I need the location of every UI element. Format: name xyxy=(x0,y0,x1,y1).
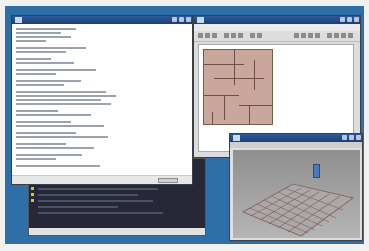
toolbar-icon[interactable] xyxy=(231,33,236,38)
map-wall xyxy=(239,105,272,106)
close-icon[interactable] xyxy=(356,135,361,140)
console-line xyxy=(16,80,81,82)
console-status-bar xyxy=(12,175,192,184)
console-line xyxy=(16,91,106,93)
map-wall xyxy=(234,50,235,85)
editor-menu-bar[interactable] xyxy=(194,24,360,31)
terminal-line xyxy=(38,188,158,190)
3d-block-icon[interactable] xyxy=(313,164,320,178)
console-line xyxy=(16,47,86,49)
console-line xyxy=(16,84,64,86)
map-wall xyxy=(212,112,213,124)
toolbar-icon[interactable] xyxy=(308,33,313,38)
maximize-icon[interactable] xyxy=(179,17,184,22)
console-line xyxy=(16,69,96,71)
toolbar-icon[interactable] xyxy=(315,33,320,38)
toolbar-icon[interactable] xyxy=(212,33,217,38)
viewport-title-bar[interactable] xyxy=(230,134,362,142)
close-icon[interactable] xyxy=(354,17,359,22)
map-grid-icon[interactable] xyxy=(203,49,273,125)
console-line xyxy=(16,147,94,149)
toolbar-icon[interactable] xyxy=(301,33,306,38)
console-line xyxy=(16,110,58,112)
3d-viewport-window[interactable] xyxy=(229,133,363,241)
toolbar-icon[interactable] xyxy=(334,33,339,38)
terminal-marker xyxy=(31,193,34,196)
floor-grid xyxy=(242,183,354,237)
terminal-line xyxy=(38,200,153,202)
toolbar-icon[interactable] xyxy=(250,33,255,38)
minimize-icon[interactable] xyxy=(342,135,347,140)
console-line xyxy=(16,73,56,75)
desktop-background xyxy=(5,6,364,244)
toolbar-icon[interactable] xyxy=(341,33,346,38)
editor-title-bar[interactable] xyxy=(194,16,360,24)
close-icon[interactable] xyxy=(186,17,191,22)
toolbar-icon[interactable] xyxy=(224,33,229,38)
console-line xyxy=(16,165,100,167)
console-line xyxy=(16,121,71,123)
toolbar-icon[interactable] xyxy=(198,33,203,38)
console-line xyxy=(16,62,74,64)
terminal-marker xyxy=(31,187,34,190)
map-wall xyxy=(254,60,255,90)
minimize-icon[interactable] xyxy=(340,17,345,22)
terminal-status-bar xyxy=(29,228,205,235)
console-line xyxy=(16,132,76,134)
console-line xyxy=(16,36,71,38)
toolbar-icon[interactable] xyxy=(257,33,262,38)
toolbar-icon[interactable] xyxy=(205,33,210,38)
console-line xyxy=(16,99,101,101)
toolbar-icon[interactable] xyxy=(294,33,299,38)
console-title-bar[interactable] xyxy=(12,16,192,24)
console-line xyxy=(16,40,46,42)
console-line xyxy=(16,28,76,30)
console-line xyxy=(16,114,91,116)
console-line xyxy=(16,158,56,160)
map-wall xyxy=(204,95,239,96)
terminal-line xyxy=(38,194,138,196)
map-wall xyxy=(214,78,264,79)
map-wall xyxy=(204,64,244,65)
terminal-line xyxy=(38,212,163,214)
3d-scene[interactable] xyxy=(233,150,360,238)
maximize-icon[interactable] xyxy=(347,17,352,22)
viewport-toolbar xyxy=(230,142,362,148)
console-window[interactable] xyxy=(11,15,193,185)
toolbar-icon[interactable] xyxy=(238,33,243,38)
editor-toolbar xyxy=(194,31,360,42)
console-line xyxy=(16,58,51,60)
screenshot-frame xyxy=(0,0,369,251)
floor-plane xyxy=(242,183,354,237)
terminal-marker xyxy=(31,199,34,202)
console-line xyxy=(16,143,66,145)
terminal-line xyxy=(38,206,118,208)
console-line xyxy=(16,51,66,53)
window-icon xyxy=(233,135,240,141)
map-wall xyxy=(224,95,225,120)
window-icon xyxy=(15,17,22,23)
console-line xyxy=(16,103,111,105)
console-line xyxy=(16,154,82,156)
console-line xyxy=(16,125,104,127)
map-wall xyxy=(249,105,250,125)
console-line xyxy=(16,136,108,138)
window-icon xyxy=(197,17,204,23)
console-line xyxy=(16,95,116,97)
console-button[interactable] xyxy=(158,178,178,183)
console-line xyxy=(16,32,61,34)
toolbar-icon[interactable] xyxy=(327,33,332,38)
toolbar-icon[interactable] xyxy=(348,33,353,38)
minimize-icon[interactable] xyxy=(172,17,177,22)
maximize-icon[interactable] xyxy=(349,135,354,140)
